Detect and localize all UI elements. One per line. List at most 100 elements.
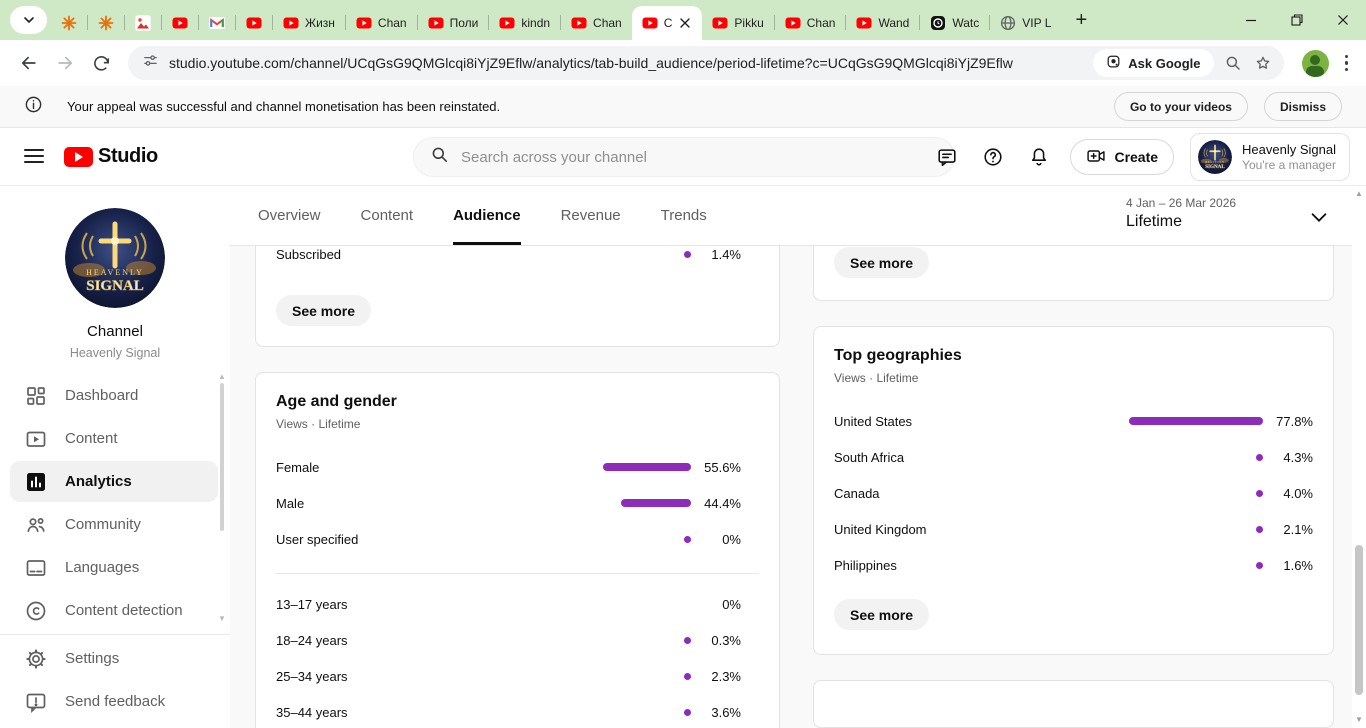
account-avatar xyxy=(1198,140,1232,174)
comments-icon[interactable] xyxy=(928,138,966,176)
sidebar-item-settings[interactable]: Settings xyxy=(0,637,230,680)
sidebar-item-dashboard[interactable]: Dashboard xyxy=(0,374,230,417)
sidebar-item-community[interactable]: Community xyxy=(0,503,230,546)
ask-google-chip[interactable]: Ask Google xyxy=(1093,49,1213,77)
browser-tab[interactable]: kindn xyxy=(489,6,560,40)
scroll-up-icon[interactable]: ▲ xyxy=(1352,188,1366,200)
stat-dot xyxy=(684,709,691,716)
hamburger-menu-icon[interactable] xyxy=(24,149,44,163)
sidebar-item-send-feedback[interactable]: Send feedback xyxy=(0,680,230,723)
sidebar-item-languages[interactable]: Languages xyxy=(0,546,230,589)
browser-tab[interactable] xyxy=(88,6,124,40)
browser-tab[interactable]: Pikku xyxy=(702,6,773,40)
banner-message: Your appeal was successful and channel m… xyxy=(67,99,500,114)
stat-value: 1.4% xyxy=(701,247,741,262)
stat-row: Subscribed1.4% xyxy=(276,246,741,272)
analytics-tab-revenue[interactable]: Revenue xyxy=(561,186,621,245)
sidebar-item-content-detection[interactable]: Content detection xyxy=(0,589,230,632)
date-range-selector[interactable]: 4 Jan – 26 Mar 2026 Lifetime xyxy=(1126,196,1236,231)
back-button[interactable] xyxy=(12,46,46,80)
browser-profile-avatar[interactable] xyxy=(1302,50,1329,77)
analytics-tab-trends[interactable]: Trends xyxy=(661,186,707,245)
dashboard-icon xyxy=(24,384,48,408)
create-camera-icon xyxy=(1086,146,1106,169)
bookmark-star-icon[interactable] xyxy=(1248,48,1278,78)
help-icon[interactable] xyxy=(974,138,1012,176)
create-button[interactable]: Create xyxy=(1070,139,1174,175)
youtube-studio-logo[interactable]: Studio xyxy=(64,145,158,168)
stat-label: 13–17 years xyxy=(276,597,691,612)
browser-tab[interactable] xyxy=(199,6,235,40)
tab-title: C xyxy=(664,16,673,30)
search-input[interactable] xyxy=(461,149,938,166)
stat-label: United Kingdom xyxy=(834,522,1256,537)
stat-value: 0.3% xyxy=(701,633,741,648)
forward-button[interactable] xyxy=(48,46,82,80)
youtube-favicon xyxy=(642,15,658,31)
browser-tab[interactable]: Жизн xyxy=(273,6,345,40)
account-chip[interactable]: Heavenly Signal You're a manager xyxy=(1190,133,1350,181)
page-scrollbar-thumb[interactable] xyxy=(1355,545,1363,695)
tab-search-button[interactable] xyxy=(10,6,47,34)
youtube-favicon xyxy=(356,15,372,31)
scroll-down-icon[interactable]: ▼ xyxy=(1352,714,1366,726)
stat-row: South Africa4.3% xyxy=(834,439,1313,475)
see-more-button[interactable]: See more xyxy=(276,295,371,326)
stat-label: Canada xyxy=(834,486,1256,501)
see-more-button[interactable]: See more xyxy=(834,247,929,278)
browser-tab[interactable]: VIP L xyxy=(990,6,1061,40)
browser-tab[interactable] xyxy=(125,6,161,40)
browser-tab[interactable]: Watc xyxy=(920,6,989,40)
sidebar-scroll-up-icon[interactable]: ▲ xyxy=(216,372,228,382)
sidebar-item-label: Settings xyxy=(65,650,119,667)
notifications-bell-icon[interactable] xyxy=(1020,138,1058,176)
dismiss-button[interactable]: Dismiss xyxy=(1264,92,1342,121)
site-info-icon[interactable] xyxy=(142,52,159,74)
browser-tab[interactable]: Wand xyxy=(846,6,919,40)
browser-tab[interactable]: Chan xyxy=(561,6,632,40)
tab-close-icon[interactable] xyxy=(678,16,692,30)
tab-title: Watc xyxy=(952,16,979,30)
browser-tab-active[interactable]: C xyxy=(632,6,703,40)
analytics-tab-overview[interactable]: Overview xyxy=(258,186,321,245)
go-to-videos-button[interactable]: Go to your videos xyxy=(1114,92,1248,121)
sidebar-scroll-down-icon[interactable]: ▼ xyxy=(216,614,228,624)
analytics-tab-content[interactable]: Content xyxy=(361,186,414,245)
browser-tab[interactable] xyxy=(236,6,272,40)
studio-header: Studio Create Heavenly Signal You're a m… xyxy=(0,128,1366,186)
browser-tab[interactable]: Поли xyxy=(418,6,489,40)
browser-menu-button[interactable] xyxy=(1339,49,1355,78)
stat-value: 3.6% xyxy=(701,705,741,720)
browser-tab[interactable]: Chan xyxy=(775,6,846,40)
stat-visual xyxy=(1256,454,1263,461)
channel-label: Channel xyxy=(0,323,230,340)
see-more-button[interactable]: See more xyxy=(834,599,929,630)
youtube-favicon xyxy=(428,15,444,31)
minimize-button[interactable] xyxy=(1228,0,1274,40)
zoom-search-icon[interactable] xyxy=(1218,48,1248,78)
stat-visual xyxy=(1256,562,1263,569)
browser-tab[interactable] xyxy=(162,6,198,40)
url-text[interactable]: studio.youtube.com/channel/UCqGsG9QMGlcq… xyxy=(169,55,1093,71)
restore-button[interactable] xyxy=(1274,0,1320,40)
page-scrollbar[interactable]: ▲ ▼ xyxy=(1352,186,1366,728)
close-window-button[interactable] xyxy=(1320,0,1366,40)
chevron-down-icon[interactable] xyxy=(1308,206,1330,228)
browser-tab[interactable]: Chan xyxy=(346,6,417,40)
stat-row: 25–34 years2.3% xyxy=(276,658,741,694)
stat-row: United Kingdom2.1% xyxy=(834,511,1313,547)
channel-avatar[interactable] xyxy=(65,208,165,308)
youtube-favicon xyxy=(172,15,188,31)
address-bar[interactable]: studio.youtube.com/channel/UCqGsG9QMGlcq… xyxy=(128,46,1284,80)
sidebar-item-label: Analytics xyxy=(65,473,132,490)
sidebar-item-analytics[interactable]: Analytics xyxy=(0,460,230,503)
browser-tab[interactable] xyxy=(51,6,87,40)
analytics-tab-audience[interactable]: Audience xyxy=(453,186,521,245)
new-tab-button[interactable]: + xyxy=(1067,6,1095,34)
sidebar-scrollbar-thumb[interactable] xyxy=(220,383,224,531)
feedback-icon xyxy=(24,690,48,714)
channel-search-box[interactable] xyxy=(413,137,955,177)
reload-button[interactable] xyxy=(84,46,118,80)
divider xyxy=(276,573,759,574)
sidebar-item-content[interactable]: Content xyxy=(0,417,230,460)
